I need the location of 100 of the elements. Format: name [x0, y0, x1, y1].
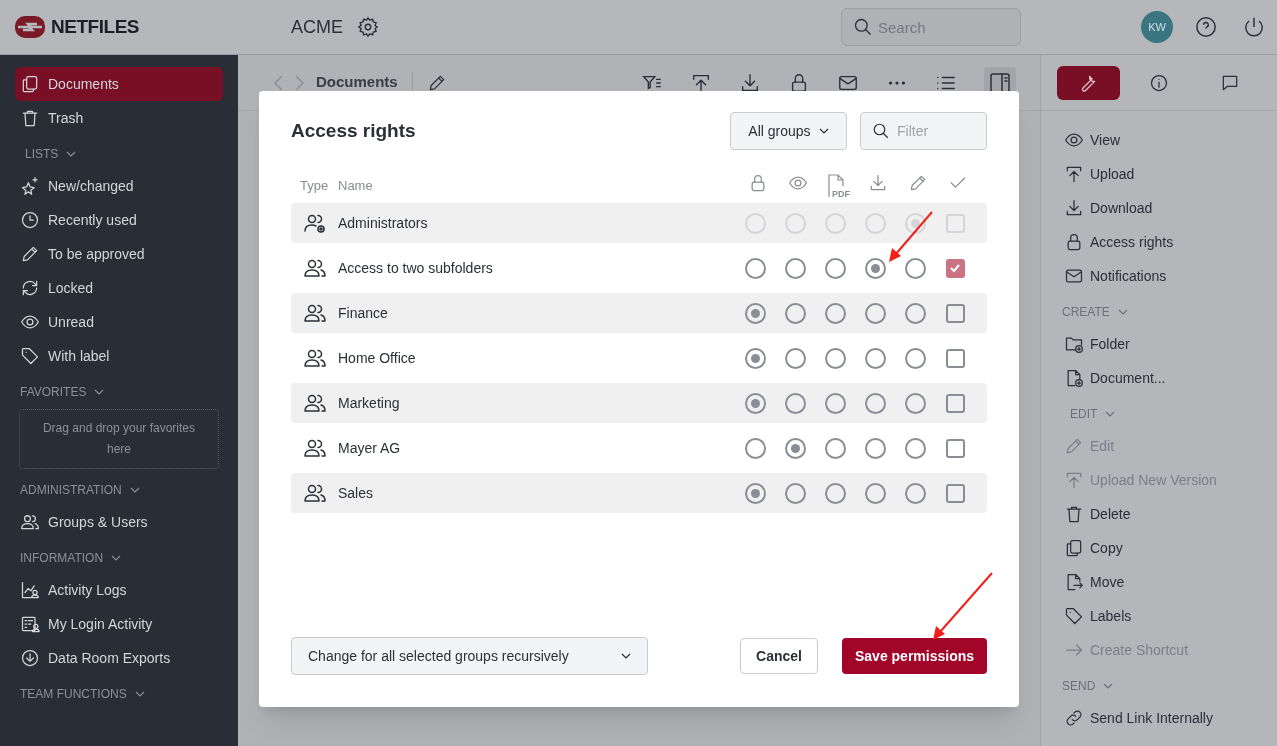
- recursive-checkbox[interactable]: [945, 303, 965, 323]
- logo-icon: [15, 16, 45, 38]
- clock-icon: [20, 210, 40, 230]
- pencil-icon: [20, 244, 40, 264]
- permission-radio[interactable]: [744, 347, 766, 369]
- permission-radio[interactable]: [744, 257, 766, 279]
- panel-tab[interactable]: [1057, 65, 1120, 100]
- permission-radio[interactable]: [824, 437, 846, 459]
- permission-radio[interactable]: [904, 437, 926, 459]
- pencil-icon: [1064, 436, 1084, 456]
- sidebar-item[interactable]: Documents: [15, 67, 223, 101]
- sparkle-star-icon: [20, 176, 40, 196]
- permission-radio[interactable]: [784, 302, 806, 324]
- action-item[interactable]: Copy: [1057, 531, 1261, 565]
- permission-radio[interactable]: [824, 302, 846, 324]
- permission-radio[interactable]: [864, 347, 886, 369]
- action-item[interactable]: Download: [1057, 191, 1261, 225]
- forward-icon[interactable]: [292, 73, 306, 92]
- section-heading[interactable]: ADMINISTRATION: [20, 479, 223, 501]
- sidebar-item[interactable]: Groups & Users: [15, 505, 223, 539]
- group-name: Administrators: [338, 213, 428, 233]
- permission-radio[interactable]: [864, 302, 886, 324]
- permission-radio[interactable]: [744, 392, 766, 414]
- chevron-down-icon: [129, 485, 140, 495]
- logo-text: NETFILES: [51, 14, 140, 39]
- sidebar-item[interactable]: New/changed: [15, 169, 223, 203]
- action-item[interactable]: Labels: [1057, 599, 1261, 633]
- permission-radio[interactable]: [784, 437, 806, 459]
- group-row[interactable]: Finance: [291, 293, 987, 333]
- permission-radio[interactable]: [824, 392, 846, 414]
- permission-radio[interactable]: [744, 302, 766, 324]
- permission-radio[interactable]: [904, 347, 926, 369]
- action-item[interactable]: Send Link Internally: [1057, 701, 1261, 735]
- permission-radio[interactable]: [744, 482, 766, 504]
- action-item[interactable]: Upload: [1057, 157, 1261, 191]
- group-row[interactable]: Sales: [291, 473, 987, 513]
- sidebar-item[interactable]: With label: [15, 339, 223, 373]
- save-permissions-button[interactable]: Save permissions: [842, 638, 987, 674]
- upload-icon: [1064, 470, 1084, 490]
- download-icon[interactable]: [739, 71, 761, 94]
- group-name: Finance: [338, 303, 388, 323]
- permission-radio[interactable]: [784, 257, 806, 279]
- permission-radio[interactable]: [824, 482, 846, 504]
- permission-radio[interactable]: [904, 257, 926, 279]
- permission-radio[interactable]: [784, 392, 806, 414]
- sidebar-item[interactable]: Recently used: [15, 203, 223, 237]
- permission-radio[interactable]: [904, 392, 926, 414]
- cancel-button[interactable]: Cancel: [740, 638, 818, 674]
- power-button[interactable]: [1243, 16, 1265, 38]
- user-avatar[interactable]: KW: [1141, 11, 1173, 43]
- sidebar-item[interactable]: Unread: [15, 305, 223, 339]
- breadcrumb[interactable]: Documents: [316, 71, 398, 94]
- apply-mode-dropdown[interactable]: Change for all selected groups recursively: [291, 637, 648, 675]
- action-item[interactable]: Access rights: [1057, 225, 1261, 259]
- recursive-checkbox[interactable]: [945, 348, 965, 368]
- sidebar-item[interactable]: Locked: [15, 271, 223, 305]
- recursive-checkbox[interactable]: [945, 438, 965, 458]
- permission-radio[interactable]: [824, 257, 846, 279]
- sidebar-item[interactable]: Data Room Exports: [15, 641, 223, 675]
- action-item[interactable]: Delete: [1057, 497, 1261, 531]
- permission-radio[interactable]: [864, 257, 886, 279]
- sidebar-item[interactable]: Trash: [15, 101, 223, 135]
- recursive-checkbox[interactable]: [945, 483, 965, 503]
- permission-radio[interactable]: [784, 482, 806, 504]
- help-button[interactable]: [1195, 16, 1217, 38]
- group-row[interactable]: Marketing: [291, 383, 987, 423]
- back-icon[interactable]: [272, 73, 286, 92]
- sidebar-item[interactable]: To be approved: [15, 237, 223, 271]
- permission-radio[interactable]: [744, 437, 766, 459]
- chevron-down-icon: [1105, 409, 1116, 419]
- permission-radio[interactable]: [864, 482, 886, 504]
- action-item[interactable]: Document...: [1057, 361, 1261, 395]
- recursive-checkbox[interactable]: [945, 393, 965, 413]
- section-heading[interactable]: TEAM FUNCTIONS: [20, 683, 223, 705]
- group-name: Access to two subfolders: [338, 258, 493, 278]
- recursive-checkbox[interactable]: [945, 258, 965, 278]
- sidebar-item[interactable]: Activity Logs: [15, 573, 223, 607]
- users-icon: [20, 512, 40, 532]
- permission-radio[interactable]: [784, 347, 806, 369]
- action-item[interactable]: View: [1057, 123, 1261, 157]
- action-item[interactable]: Folder: [1057, 327, 1261, 361]
- group-filter-dropdown[interactable]: All groups: [730, 112, 847, 150]
- search-field[interactable]: Search: [841, 8, 1021, 46]
- action-item[interactable]: Move: [1057, 565, 1261, 599]
- section-heading[interactable]: INFORMATION: [20, 547, 223, 569]
- section-heading[interactable]: LISTS: [25, 143, 223, 165]
- column-header: Type: [300, 177, 330, 196]
- permission-radio[interactable]: [904, 302, 926, 324]
- chevron-down-icon: [111, 553, 122, 563]
- group-name: Marketing: [338, 393, 400, 413]
- sidebar-item[interactable]: My Login Activity: [15, 607, 223, 641]
- permission-radio[interactable]: [864, 437, 886, 459]
- filter-field[interactable]: Filter: [860, 112, 987, 150]
- settings-button[interactable]: [357, 15, 381, 39]
- annotation-arrow: [889, 211, 933, 262]
- action-item[interactable]: Notifications: [1057, 259, 1261, 293]
- permission-radio[interactable]: [864, 392, 886, 414]
- permission-radio[interactable]: [824, 347, 846, 369]
- permission-radio[interactable]: [904, 482, 926, 504]
- section-heading[interactable]: FAVORITES: [20, 381, 223, 403]
